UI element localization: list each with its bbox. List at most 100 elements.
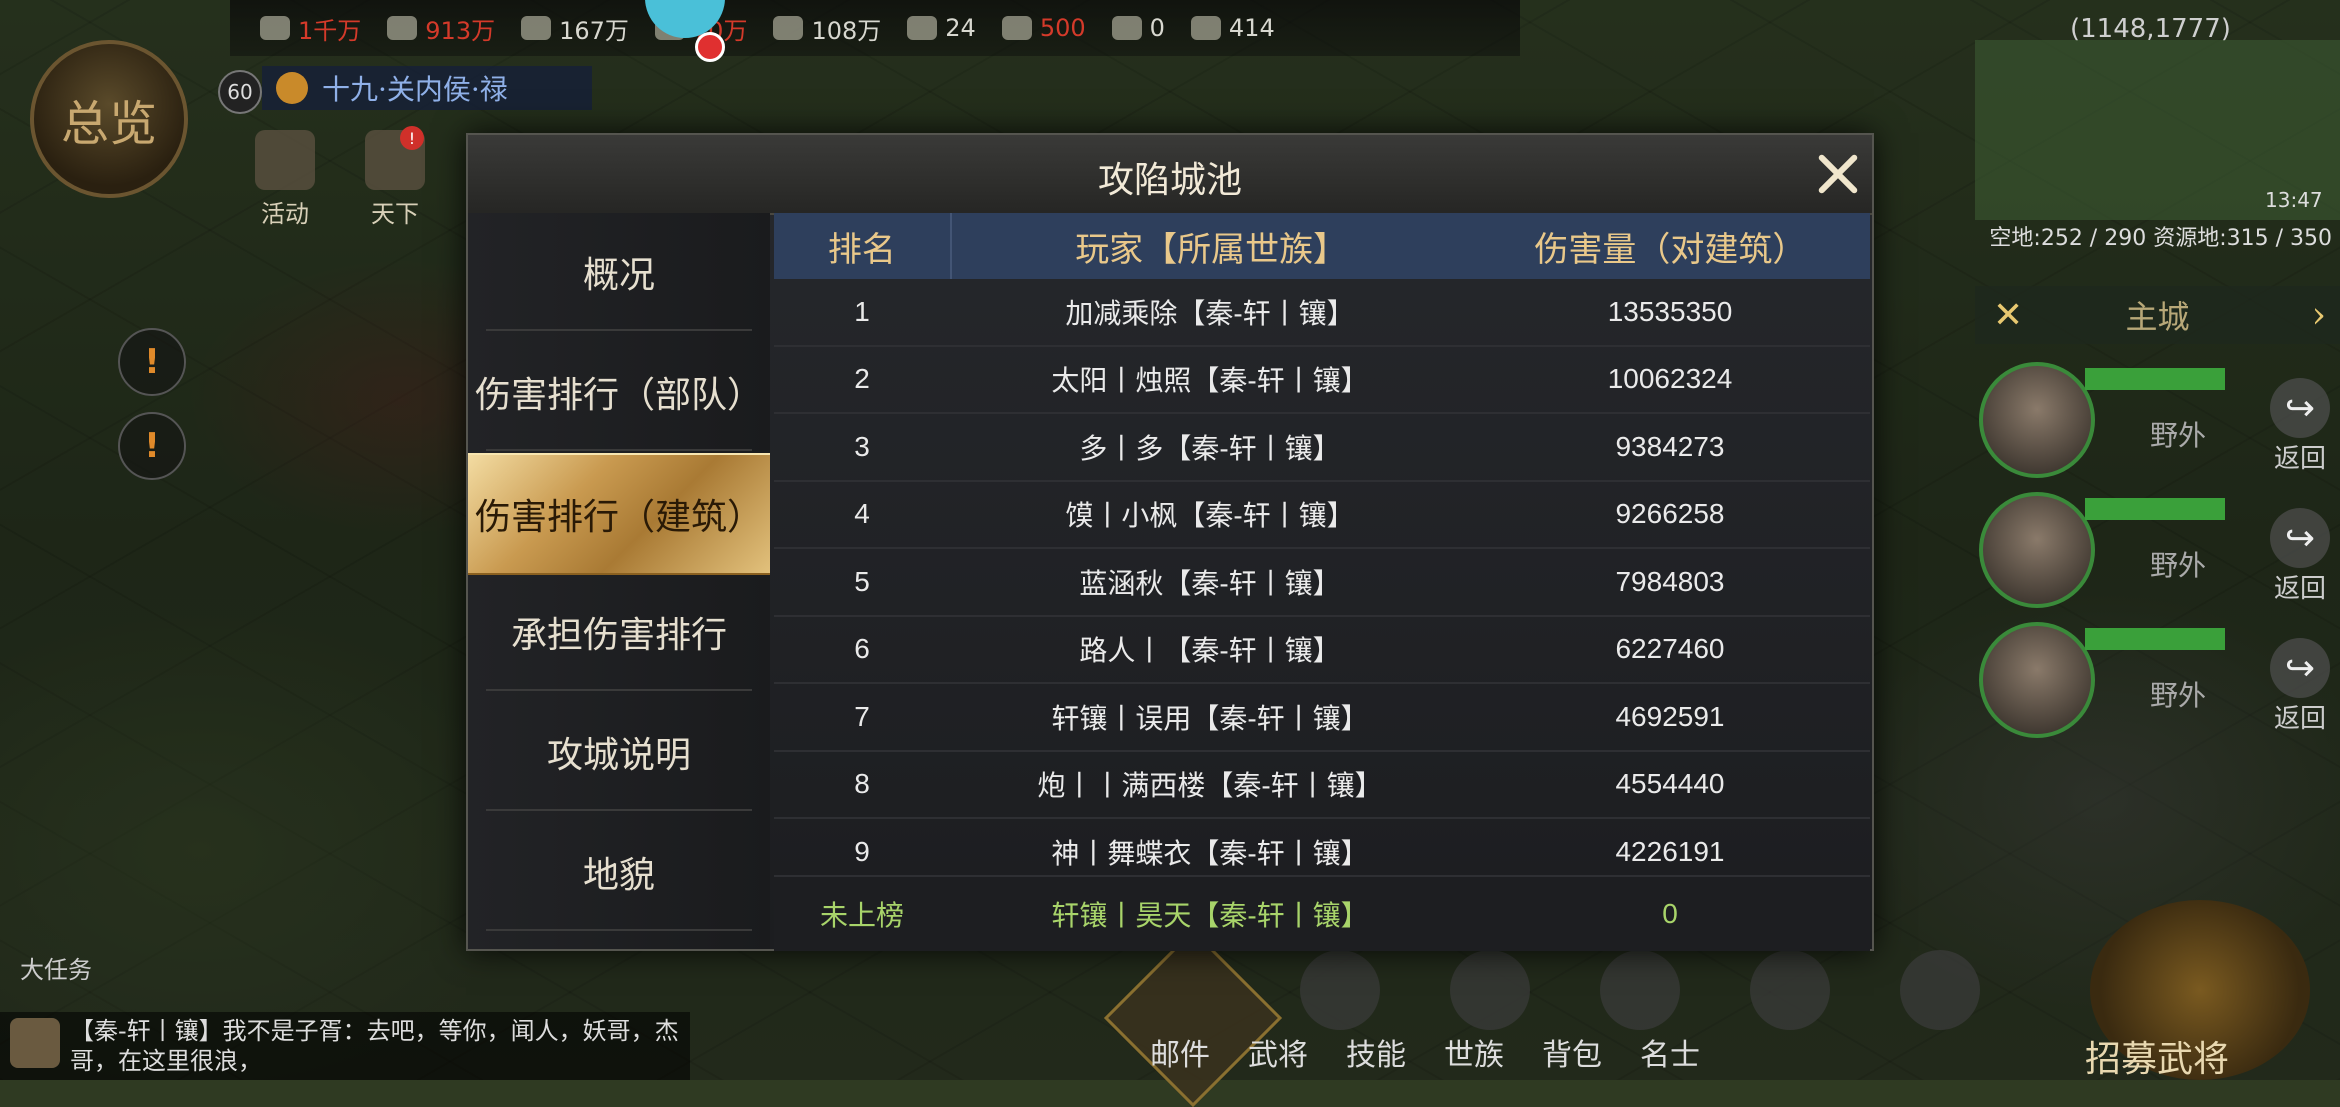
- general-icon[interactable]: [1300, 950, 1380, 1030]
- alert-icon[interactable]: !: [118, 328, 186, 396]
- hero-hp-bar: [2085, 368, 2225, 390]
- damage-cell: 4226191: [1615, 835, 1725, 867]
- main-city-label: 主城: [2125, 298, 2190, 336]
- tab-item[interactable]: 概况: [468, 213, 770, 331]
- task-label[interactable]: 大任务: [20, 950, 92, 985]
- table-row[interactable]: 2 太阳丨烛照【秦-轩丨镶】 10062324: [774, 347, 1870, 414]
- hero-portrait[interactable]: [1979, 622, 2095, 738]
- gift-icon: [255, 130, 315, 190]
- resource-item[interactable]: 500: [1001, 14, 1086, 42]
- notification-dot: [695, 32, 725, 62]
- resource-value: 0: [1149, 14, 1165, 42]
- damage-cell: 7984803: [1615, 565, 1725, 597]
- column-rank: 排名: [774, 213, 952, 279]
- resource-value: 24: [945, 14, 976, 42]
- rank-cell: 4: [854, 498, 870, 530]
- damage-cell: 4554440: [1615, 768, 1725, 800]
- chat-box[interactable]: 【秦-轩丨镶】我不是子胥：去吧，等你，闻人，妖哥，杰哥，在这里很浪，: [0, 1012, 690, 1080]
- player-cell: 路人丨【秦-轩丨镶】: [1079, 635, 1341, 667]
- resource-item[interactable]: 108万: [773, 11, 881, 46]
- return-button[interactable]: ↪ 返回: [2265, 638, 2335, 735]
- tab-item[interactable]: 伤害排行（部队）: [468, 333, 770, 451]
- resource-item[interactable]: 167万: [521, 11, 629, 46]
- resource-item[interactable]: 913万: [387, 11, 495, 46]
- bottom-menu-item[interactable]: 背包: [1542, 1030, 1602, 1074]
- rank-cell: 1: [854, 295, 870, 327]
- world-button[interactable]: 天下: [350, 130, 440, 229]
- damage-cell: 13535350: [1607, 295, 1733, 327]
- tab-label: 概况: [582, 255, 655, 296]
- tab-item[interactable]: 伤害排行（建筑）: [468, 453, 770, 575]
- activity-button[interactable]: 活动: [240, 130, 330, 229]
- return-arrow-icon: ↪: [2270, 638, 2330, 698]
- table-row[interactable]: 7 轩镶丨误用【秦-轩丨镶】 4692591: [774, 684, 1870, 752]
- land-info: 空地:252 / 290 资源地:315 / 350: [1989, 226, 2332, 251]
- ranking-table: 排名 玩家【所属世族】 伤害量（对建筑） 1 加减乘除【秦-轩丨镶】 1353535…: [774, 213, 1870, 951]
- bottom-menu-item[interactable]: 技能: [1346, 1030, 1406, 1074]
- siege-dialog: 攻陷城池 概况伤害排行（部队） 伤害排行（建筑） 承担伤害排行 攻城说明 地貌 排名 玩…: [466, 133, 1874, 951]
- celebrity-icon[interactable]: [1900, 950, 1980, 1030]
- damage-cell: 4692591: [1615, 700, 1725, 732]
- bottom-menu-item[interactable]: 名士: [1640, 1030, 1700, 1074]
- resource-item[interactable]: 0: [1111, 14, 1165, 42]
- resource-value: 913万: [425, 16, 496, 45]
- tab-divider: [486, 929, 752, 931]
- bottom-menu-item[interactable]: 世族: [1444, 1030, 1504, 1074]
- table-body[interactable]: 1 加减乘除【秦-轩丨镶】 13535350 2 太阳丨烛照【秦-轩丨镶】 1006232…: [774, 279, 1870, 872]
- recruit-label: 招募武将: [2085, 1039, 2230, 1080]
- bottom-menu-item[interactable]: 邮件: [1150, 1030, 1210, 1074]
- self-rank: 未上榜: [819, 900, 904, 931]
- hero-slot[interactable]: 野外 ↪ 返回: [1975, 622, 2340, 742]
- rank-cell: 2: [854, 363, 870, 395]
- player-cell: 馍丨小枫【秦-轩丨镶】: [1065, 500, 1355, 532]
- tab-divider: [486, 809, 752, 811]
- return-label: 返回: [2273, 444, 2326, 474]
- dialog-title: 攻陷城池: [1097, 160, 1242, 201]
- hero-slot[interactable]: 野外 ↪ 返回: [1975, 362, 2340, 482]
- return-label: 返回: [2273, 704, 2326, 734]
- hero-portrait[interactable]: [1979, 492, 2095, 608]
- main-city-button[interactable]: ✕ 主城 ›: [1975, 286, 2340, 344]
- table-row[interactable]: 3 多丨多【秦-轩丨镶】 9384273: [774, 414, 1870, 482]
- hero-slot[interactable]: 野外 ↪ 返回: [1975, 492, 2340, 612]
- damage-cell: 6227460: [1615, 633, 1725, 665]
- skill-icon[interactable]: [1450, 950, 1530, 1030]
- resource-value: 1千万: [298, 16, 362, 45]
- table-row[interactable]: 9 神丨舞蝶衣【秦-轩丨镶】 4226191: [774, 819, 1870, 872]
- table-row[interactable]: 8 炮丨丨满西楼【秦-轩丨镶】 4554440: [774, 752, 1870, 819]
- return-label: 返回: [2273, 574, 2326, 604]
- player-level: 60: [218, 70, 262, 114]
- bottom-menu-item[interactable]: 武将: [1248, 1030, 1308, 1074]
- chevron-right-icon[interactable]: ›: [2312, 295, 2326, 336]
- tab-item[interactable]: 承担伤害排行: [468, 573, 770, 691]
- resource-item[interactable]: 1千万: [260, 11, 361, 46]
- bag-icon[interactable]: [1750, 950, 1830, 1030]
- player-cell: 炮丨丨满西楼【秦-轩丨镶】: [1037, 770, 1383, 802]
- damage-cell: 9266258: [1615, 498, 1725, 530]
- tab-divider: [486, 689, 752, 691]
- table-row[interactable]: 4 馍丨小枫【秦-轩丨镶】 9266258: [774, 482, 1870, 549]
- tab-item[interactable]: 地貌: [468, 813, 770, 931]
- close-icon[interactable]: [1808, 145, 1868, 205]
- table-row[interactable]: 5 蓝涵秋【秦-轩丨镶】 7984803: [774, 549, 1870, 617]
- table-header: 排名 玩家【所属世族】 伤害量（对建筑）: [774, 213, 1870, 279]
- hero-portrait[interactable]: [1979, 362, 2095, 478]
- rank-cell: 7: [854, 700, 870, 732]
- overview-button[interactable]: 总览: [30, 40, 188, 198]
- resource-item[interactable]: 414: [1190, 14, 1275, 42]
- expand-icon[interactable]: ✕: [1993, 295, 2023, 336]
- resource-item[interactable]: 24: [907, 14, 976, 42]
- player-title: 十九·关内侯·禄: [322, 73, 508, 106]
- return-button[interactable]: ↪ 返回: [2265, 508, 2335, 605]
- alert-icon[interactable]: !: [118, 412, 186, 480]
- tab-item[interactable]: 攻城说明: [468, 693, 770, 811]
- table-row[interactable]: 6 路人丨【秦-轩丨镶】 6227460: [774, 617, 1870, 684]
- player-cell: 加减乘除【秦-轩丨镶】: [1065, 297, 1355, 329]
- return-button[interactable]: ↪ 返回: [2265, 378, 2335, 475]
- player-title-bar[interactable]: 十九·关内侯·禄: [262, 66, 592, 110]
- activity-label: 活动: [261, 200, 309, 228]
- table-row[interactable]: 1 加减乘除【秦-轩丨镶】 13535350: [774, 279, 1870, 347]
- rank-cell: 3: [854, 430, 870, 462]
- jade-icon: [1001, 16, 1032, 40]
- clan-icon[interactable]: [1600, 950, 1680, 1030]
